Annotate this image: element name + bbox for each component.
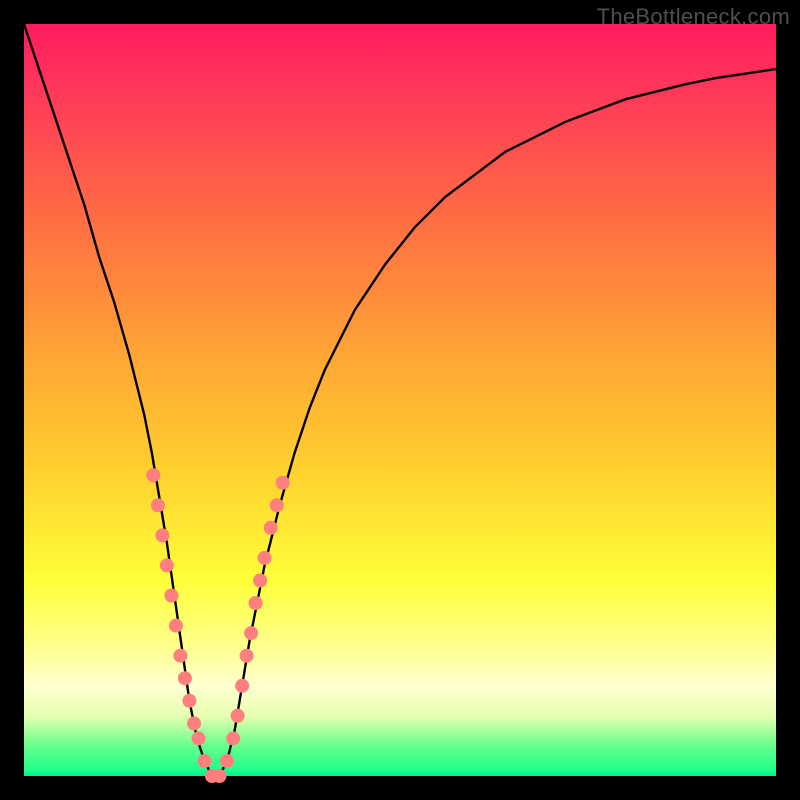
marker-dot <box>276 476 290 490</box>
watermark-text: TheBottleneck.com <box>597 4 790 30</box>
marker-dot <box>155 528 169 542</box>
marker-dot <box>231 709 245 723</box>
marker-dot <box>235 679 249 693</box>
marker-dot <box>226 731 240 745</box>
marker-dot <box>213 769 227 783</box>
curve-layer <box>24 24 776 776</box>
marker-dot <box>187 716 201 730</box>
marker-dot <box>240 649 254 663</box>
marker-dot <box>258 551 272 565</box>
marker-dot <box>192 731 206 745</box>
marker-dot <box>220 754 234 768</box>
marker-dot <box>264 521 278 535</box>
outer-frame: TheBottleneck.com <box>0 0 800 800</box>
marker-dot <box>146 468 160 482</box>
marker-dot <box>198 754 212 768</box>
marker-dot <box>244 626 258 640</box>
marker-cluster <box>146 468 289 783</box>
marker-dot <box>160 558 174 572</box>
marker-dot <box>169 619 183 633</box>
bottleneck-curve <box>24 24 776 776</box>
marker-dot <box>151 498 165 512</box>
marker-dot <box>164 589 178 603</box>
marker-dot <box>178 671 192 685</box>
marker-dot <box>182 694 196 708</box>
marker-dot <box>253 574 267 588</box>
marker-dot <box>270 498 284 512</box>
marker-dot <box>249 596 263 610</box>
marker-dot <box>173 649 187 663</box>
